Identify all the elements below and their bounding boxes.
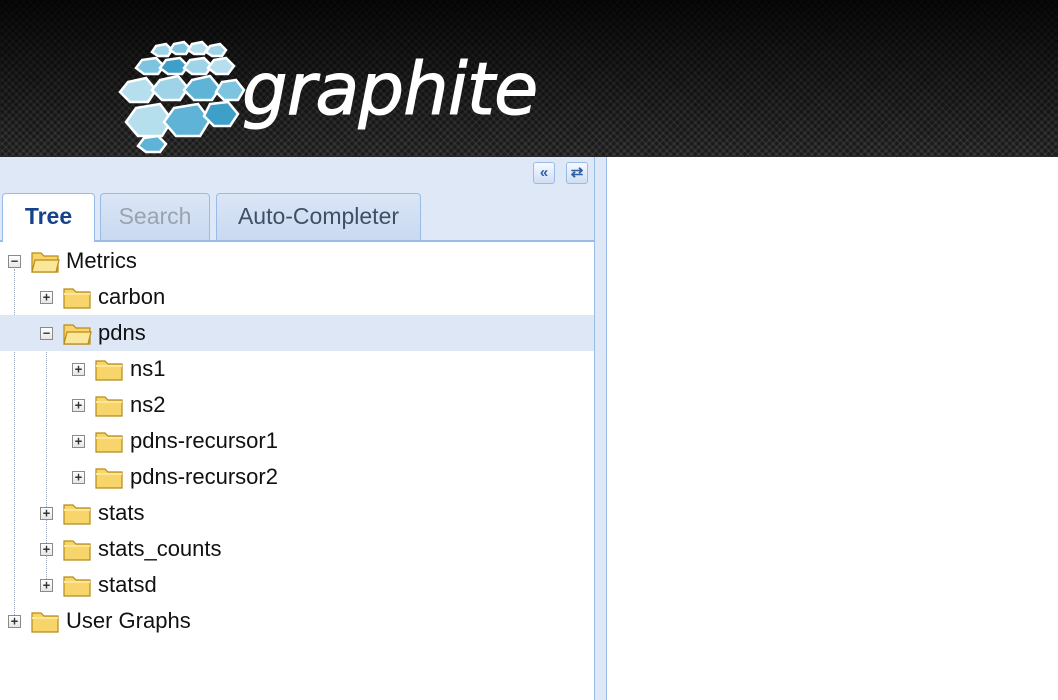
tree-node-user-graphs[interactable]: + User Graphs	[0, 603, 594, 639]
tab-strip: Tree Search Auto-Completer	[0, 190, 594, 242]
tree-node-label: pdns	[98, 320, 146, 345]
tree-node-ns1[interactable]: + ns1	[0, 351, 594, 387]
panel-splitter[interactable]	[595, 157, 607, 700]
expand-icon[interactable]: +	[40, 291, 53, 304]
expand-icon[interactable]: +	[40, 579, 53, 592]
navigation-panel: « ⇄ Tree Search Auto-Completer − Metrics…	[0, 157, 595, 700]
folder-icon	[95, 432, 123, 453]
expand-icon[interactable]: +	[40, 507, 53, 520]
folder-icon	[95, 468, 123, 489]
expand-icon[interactable]: +	[72, 471, 85, 484]
tree-node-label: pdns-recursor2	[130, 464, 278, 489]
tree-node-stats-counts[interactable]: + stats_counts	[0, 531, 594, 567]
folder-icon	[63, 504, 91, 525]
folder-icon	[63, 288, 91, 309]
folder-icon	[95, 396, 123, 417]
expand-icon[interactable]: +	[72, 363, 85, 376]
folder-icon	[95, 360, 123, 381]
tree-node-stats[interactable]: + stats	[0, 495, 594, 531]
tree-node-label: stats	[98, 500, 145, 525]
tree-node-ns2[interactable]: + ns2	[0, 387, 594, 423]
logo-wordmark: graphite	[241, 47, 538, 132]
expand-icon[interactable]: +	[72, 435, 85, 448]
tree-node-label: Metrics	[66, 248, 137, 273]
tree-node-label: carbon	[98, 284, 166, 309]
folder-icon	[31, 612, 59, 633]
folder-icon	[63, 576, 91, 597]
expand-icon[interactable]: +	[8, 615, 21, 628]
tab-auto-completer[interactable]: Auto-Completer	[216, 193, 421, 240]
tree-node-pdns-recursor2[interactable]: + pdns-recursor2	[0, 459, 594, 495]
tree-node-label: stats_counts	[98, 536, 222, 561]
folder-open-icon	[63, 324, 92, 345]
app-header: graphite	[0, 0, 1058, 157]
folder-icon	[63, 540, 91, 561]
tree-node-label: ns1	[130, 356, 166, 381]
tree-node-label: statsd	[98, 572, 157, 597]
double-chevron-left-icon[interactable]: «	[533, 162, 555, 184]
tree-node-statsd[interactable]: + statsd	[0, 567, 594, 603]
collapse-icon[interactable]: −	[8, 255, 21, 268]
tab-search[interactable]: Search	[100, 193, 210, 240]
tree-node-label: pdns-recursor1	[130, 428, 278, 453]
tree-node-label: ns2	[130, 392, 166, 417]
graph-area	[607, 157, 1058, 700]
folder-open-icon	[31, 252, 60, 273]
tree-node-label: User Graphs	[66, 608, 191, 633]
expand-icon[interactable]: +	[40, 543, 53, 556]
tree-node-carbon[interactable]: + carbon	[0, 279, 594, 315]
collapse-icon[interactable]: −	[40, 327, 53, 340]
tree-node-pdns-recursor1[interactable]: + pdns-recursor1	[0, 423, 594, 459]
expand-icon[interactable]: +	[72, 399, 85, 412]
tree-node-pdns[interactable]: − pdns	[0, 315, 594, 351]
refresh-icon[interactable]: ⇄	[566, 162, 588, 184]
graphite-hexagon-logo-icon	[118, 40, 246, 154]
panel-toolbar: « ⇄	[0, 157, 594, 190]
tree-node-metrics[interactable]: − Metrics	[0, 243, 594, 279]
tab-tree[interactable]: Tree	[2, 193, 95, 242]
graphite-logo[interactable]: graphite	[110, 38, 540, 156]
